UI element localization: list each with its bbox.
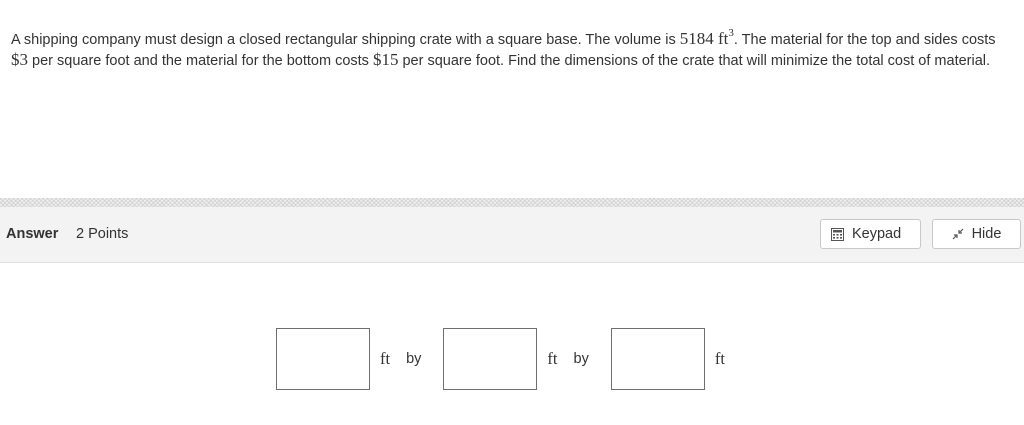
dimension-input-2[interactable] bbox=[443, 328, 538, 390]
volume-unit: ft bbox=[717, 29, 729, 48]
section-divider bbox=[0, 198, 1024, 207]
hide-button[interactable]: Hide bbox=[932, 219, 1021, 249]
points-label: 2 Points bbox=[76, 226, 129, 242]
answer-bar: Answer 2 Points Keypad Hide bbox=[0, 207, 1024, 263]
unit-label-2: ft bbox=[547, 349, 558, 368]
question-part-2: . The material for the top and sides cos… bbox=[733, 32, 996, 48]
hide-label: Hide bbox=[971, 226, 1002, 242]
question-part-4: per square foot. Find the dimensions of … bbox=[398, 53, 991, 69]
answer-row: ft by ft by ft bbox=[276, 328, 725, 390]
top-sides-cost: $3 bbox=[11, 50, 28, 69]
answer-label: Answer bbox=[6, 226, 59, 242]
question-part-3: per square foot and the material for the… bbox=[28, 53, 373, 69]
keypad-label: Keypad bbox=[852, 226, 902, 242]
unit-label-3: ft bbox=[714, 349, 725, 368]
volume-exponent: 3 bbox=[728, 27, 734, 40]
dimension-input-1[interactable] bbox=[276, 328, 370, 390]
question-part-1: A shipping company must design a closed … bbox=[11, 32, 680, 48]
volume-value: 5184 bbox=[679, 29, 714, 48]
question-text: A shipping company must design a closed … bbox=[11, 27, 1011, 71]
unit-label-1: ft bbox=[380, 349, 391, 368]
calculator-icon bbox=[831, 227, 844, 241]
volume-expression: 5184 ft3 bbox=[679, 27, 734, 48]
dimension-input-3[interactable] bbox=[610, 328, 705, 390]
by-label-2: by bbox=[573, 351, 589, 367]
keypad-button[interactable]: Keypad bbox=[820, 219, 921, 249]
by-label-1: by bbox=[406, 351, 422, 367]
collapse-arrows-icon bbox=[952, 228, 964, 240]
bottom-cost: $15 bbox=[372, 50, 399, 69]
